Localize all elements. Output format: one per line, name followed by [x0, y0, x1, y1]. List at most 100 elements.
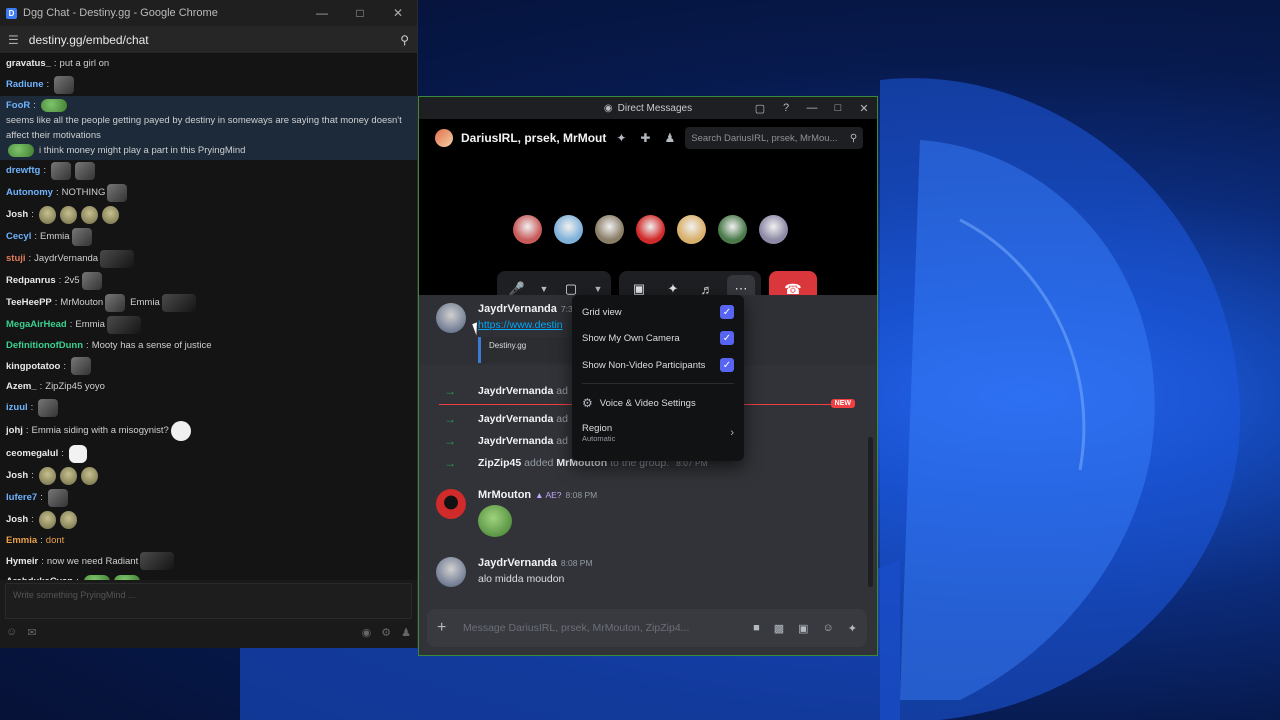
- embed-title[interactable]: Destiny.gg: [489, 341, 526, 350]
- author-name[interactable]: JaydrVernanda: [478, 303, 557, 315]
- chat-username[interactable]: ArchdukeCyan: [6, 574, 73, 580]
- gift-icon[interactable]: ■: [753, 622, 760, 635]
- chat-emote[interactable]: [80, 466, 98, 485]
- message-author[interactable]: MrMouton ▲ AE? 8:08 PM: [478, 489, 597, 501]
- region-option[interactable]: Region Automatic ›: [582, 423, 734, 449]
- participant-avatar[interactable]: [595, 215, 624, 244]
- avatar[interactable]: [436, 303, 466, 333]
- chat-username[interactable]: FooR: [6, 98, 30, 113]
- member-list-icon[interactable]: ♟: [664, 131, 675, 145]
- chat-emote[interactable]: [80, 205, 98, 224]
- chat-username[interactable]: gravatus_: [6, 56, 51, 71]
- message-author[interactable]: JaydrVernanda 8:08 PM: [478, 557, 593, 569]
- users-icon[interactable]: ♟: [401, 626, 411, 639]
- gif-icon[interactable]: ▩: [774, 622, 784, 635]
- chat-emote[interactable]: [8, 143, 34, 157]
- chat-username[interactable]: kingpotatoo: [6, 359, 60, 374]
- avatar[interactable]: [436, 489, 466, 519]
- chat-emote[interactable]: [100, 249, 135, 268]
- chat-emote[interactable]: [68, 444, 87, 463]
- help-icon[interactable]: ?: [773, 102, 799, 114]
- chat-username[interactable]: izuul: [6, 400, 28, 415]
- chat-username[interactable]: Azem_: [6, 379, 37, 394]
- participant-avatar[interactable]: [554, 215, 583, 244]
- chat-emote[interactable]: [81, 271, 102, 290]
- chat-emote[interactable]: [38, 205, 56, 224]
- chat-emote[interactable]: [38, 398, 59, 417]
- message-author[interactable]: JaydrVernanda 7:3: [478, 303, 573, 315]
- voice-video-settings-option[interactable]: ⚙ Voice & Video Settings: [582, 392, 734, 414]
- chat-emote[interactable]: [106, 315, 141, 334]
- author-name[interactable]: MrMouton: [478, 489, 531, 501]
- participant-avatar[interactable]: [513, 215, 542, 244]
- chat-username[interactable]: Cecyl: [6, 229, 31, 244]
- search-input[interactable]: Search DariusIRL, prsek, MrMou... ⚲: [685, 127, 864, 149]
- chat-username[interactable]: Josh: [6, 207, 28, 222]
- checkbox-checked-icon[interactable]: ✓: [720, 358, 734, 372]
- author-name[interactable]: JaydrVernanda: [478, 557, 557, 569]
- inbox-icon[interactable]: ▢: [747, 102, 773, 115]
- message-link[interactable]: https://www.destin: [478, 319, 563, 331]
- chat-username[interactable]: Redpanrus: [6, 273, 56, 288]
- chat-input[interactable]: Write something PryingMind ...: [5, 583, 412, 619]
- chat-username[interactable]: TeeHeePP: [6, 295, 52, 310]
- chat-emote[interactable]: [161, 293, 196, 312]
- participant-avatar[interactable]: [636, 215, 665, 244]
- avatar[interactable]: [436, 557, 466, 587]
- emoji-icon[interactable]: ☺: [823, 622, 834, 635]
- message-scrollbar[interactable]: [868, 437, 873, 587]
- emote-menu-icon[interactable]: ☺: [6, 626, 17, 638]
- chat-emote[interactable]: [105, 293, 126, 312]
- settings-gear-icon[interactable]: ⚙: [381, 626, 391, 639]
- chat-username[interactable]: lufere7: [6, 490, 37, 505]
- chat-emote[interactable]: [38, 510, 56, 529]
- attach-plus-icon[interactable]: +: [437, 619, 463, 637]
- chat-username[interactable]: Emmia: [6, 533, 37, 548]
- chat-username[interactable]: stuji: [6, 251, 26, 266]
- system-user[interactable]: JaydrVernanda: [478, 435, 553, 447]
- chat-emote[interactable]: [101, 205, 119, 224]
- chat-username[interactable]: Radiune: [6, 77, 43, 92]
- close-icon[interactable]: ✕: [379, 6, 417, 20]
- participant-avatar[interactable]: [677, 215, 706, 244]
- chat-emote[interactable]: [170, 420, 191, 441]
- chat-emote[interactable]: [54, 75, 75, 94]
- url-text[interactable]: destiny.gg/embed/chat: [29, 33, 149, 47]
- chat-username[interactable]: johj: [6, 423, 23, 438]
- participant-avatar[interactable]: [759, 215, 788, 244]
- chat-username[interactable]: Josh: [6, 468, 28, 483]
- whispers-icon[interactable]: ✉: [27, 626, 36, 639]
- pepe-emoji[interactable]: [478, 505, 512, 537]
- maximize-icon[interactable]: □: [341, 6, 379, 20]
- chat-emote[interactable]: [59, 205, 77, 224]
- sticker-icon[interactable]: ▣: [798, 622, 808, 635]
- apps-icon[interactable]: ✦: [848, 622, 857, 635]
- zoom-icon[interactable]: ⚲: [400, 33, 409, 47]
- system-user[interactable]: ZipZip45: [478, 457, 521, 469]
- chat-emote[interactable]: [113, 575, 140, 580]
- chat-emote[interactable]: [71, 357, 91, 375]
- chat-emote[interactable]: [40, 98, 67, 112]
- chat-emote[interactable]: [74, 161, 95, 180]
- chat-username[interactable]: Josh: [6, 512, 28, 527]
- chat-username[interactable]: MegaAirHead: [6, 317, 67, 332]
- grid-view-option[interactable]: Grid view ✓: [582, 301, 734, 323]
- site-info-icon[interactable]: ☰: [8, 33, 19, 47]
- watch-icon[interactable]: ◉: [362, 626, 372, 639]
- close-icon[interactable]: ✕: [851, 102, 877, 115]
- chat-emote[interactable]: [50, 161, 71, 180]
- link-embed[interactable]: Destiny.gg: [478, 337, 574, 363]
- minimize-icon[interactable]: —: [303, 6, 341, 20]
- system-user[interactable]: JaydrVernanda: [478, 385, 553, 397]
- chat-emote[interactable]: [107, 183, 128, 202]
- add-friends-icon[interactable]: ✚: [640, 131, 650, 145]
- chat-emote[interactable]: [71, 227, 92, 246]
- chat-emote[interactable]: [83, 575, 110, 580]
- show-own-camera-option[interactable]: Show My Own Camera ✓: [582, 327, 734, 349]
- maximize-icon[interactable]: □: [825, 102, 851, 114]
- chat-username[interactable]: ceomegalul: [6, 446, 58, 461]
- chat-username[interactable]: drewftg: [6, 163, 40, 178]
- chat-emote[interactable]: [59, 510, 77, 529]
- chat-username[interactable]: DefinitionofDunn: [6, 338, 83, 353]
- chat-emote[interactable]: [38, 466, 56, 485]
